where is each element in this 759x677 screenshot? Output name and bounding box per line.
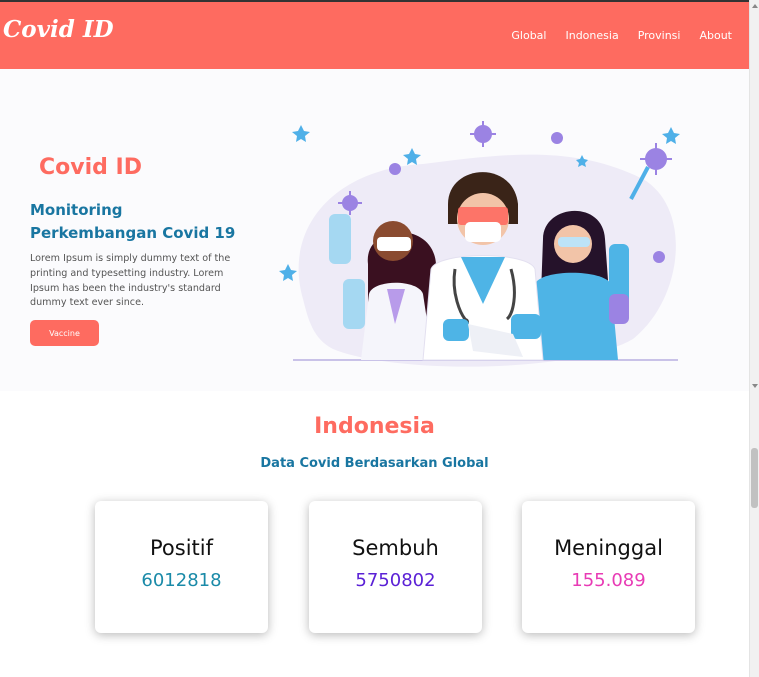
nav-link-indonesia[interactable]: Indonesia bbox=[565, 29, 618, 42]
scrollbar[interactable] bbox=[749, 0, 759, 677]
hero-subtitle: Monitoring Perkembangan Covid 19 bbox=[30, 201, 236, 242]
stat-card-meninggal: Meninggal 155.089 bbox=[522, 501, 695, 633]
stat-value: 5750802 bbox=[355, 570, 436, 591]
scroll-down-icon[interactable] bbox=[752, 384, 758, 388]
scroll-thumb[interactable] bbox=[751, 448, 758, 508]
stat-card-sembuh: Sembuh 5750802 bbox=[309, 501, 482, 633]
stat-card-positif: Positif 6012818 bbox=[95, 501, 268, 633]
doctors-illustration-icon bbox=[279, 121, 680, 367]
section-title: Indonesia bbox=[314, 414, 435, 439]
stat-label: Positif bbox=[150, 536, 213, 560]
hero-description: Lorem Ipsum is simply dummy text of the … bbox=[30, 253, 231, 309]
nav-link-provinsi[interactable]: Provinsi bbox=[638, 29, 681, 42]
stat-value: 6012818 bbox=[141, 570, 222, 591]
nav-link-about[interactable]: About bbox=[699, 29, 732, 42]
scroll-up-icon[interactable] bbox=[752, 4, 758, 8]
nav-link-global[interactable]: Global bbox=[511, 29, 546, 42]
nav-links: Global Indonesia Provinsi About bbox=[511, 29, 732, 42]
vaccine-button[interactable]: Vaccine bbox=[30, 320, 99, 346]
navbar: Covid ID Global Indonesia Provinsi About bbox=[0, 0, 749, 69]
hero-section: Covid ID Monitoring Perkembangan Covid 1… bbox=[0, 69, 749, 391]
section-subtitle: Data Covid Berdasarkan Global bbox=[260, 456, 489, 471]
stat-label: Sembuh bbox=[352, 536, 439, 560]
stat-value: 155.089 bbox=[571, 570, 646, 591]
hero-title: Covid ID bbox=[39, 155, 142, 180]
stat-label: Meninggal bbox=[554, 536, 663, 560]
brand-logo[interactable]: Covid ID bbox=[3, 16, 114, 43]
